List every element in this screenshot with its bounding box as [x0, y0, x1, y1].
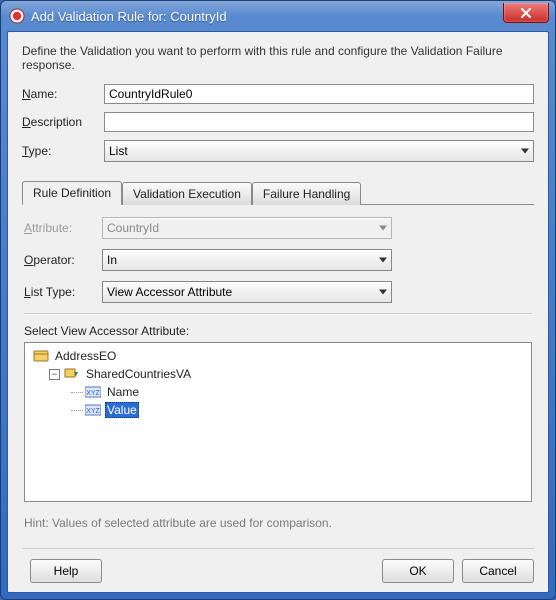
operator-value: In	[107, 253, 117, 267]
chevron-down-icon	[379, 258, 387, 263]
tabstrip: Rule Definition Validation Execution Fai…	[22, 180, 534, 205]
type-value: List	[109, 144, 128, 158]
ok-button[interactable]: OK	[382, 559, 454, 583]
collapse-toggle[interactable]: −	[49, 369, 60, 380]
tabs: Rule Definition Validation Execution Fai…	[22, 180, 534, 538]
attribute-icon: XYZ	[85, 385, 101, 399]
titlebar[interactable]: Add Validation Rule for: CountryId	[1, 1, 555, 31]
tree-root-label: AddressEO	[53, 349, 118, 363]
row-type: Type: List	[22, 140, 534, 162]
tree-node-root[interactable]: AddressEO	[29, 347, 527, 365]
hint-text: Hint: Values of selected attribute are u…	[24, 516, 532, 530]
operator-combo[interactable]: In	[102, 249, 392, 271]
close-icon	[520, 8, 532, 18]
row-operator: Operator: In	[24, 249, 532, 271]
chevron-down-icon	[521, 149, 529, 154]
window-title: Add Validation Rule for: CountryId	[31, 9, 227, 24]
tab-validation-execution[interactable]: Validation Execution	[122, 182, 252, 205]
attribute-combo: CountryId	[102, 217, 392, 239]
tree-va-label: SharedCountriesVA	[84, 367, 193, 381]
accessor-tree[interactable]: AddressEO − SharedCountriesVA XYZ	[24, 342, 532, 502]
tab-rule-definition[interactable]: Rule Definition	[22, 181, 122, 205]
name-input[interactable]	[104, 84, 534, 104]
close-button[interactable]	[503, 3, 549, 23]
tree-leaf1-label: Name	[105, 385, 141, 399]
chevron-down-icon	[379, 290, 387, 295]
row-attribute: Attribute: CountryId	[24, 217, 532, 239]
listtype-label: List Type:	[24, 285, 102, 299]
tree-node-attr-value[interactable]: XYZ Value	[29, 401, 527, 419]
row-name: Name:	[22, 84, 534, 104]
app-icon	[9, 8, 25, 24]
listtype-combo[interactable]: View Accessor Attribute	[102, 281, 392, 303]
listtype-value: View Accessor Attribute	[107, 285, 232, 299]
client-area: Define the Validation you want to perfor…	[7, 31, 549, 593]
tree-node-attr-name[interactable]: XYZ Name	[29, 383, 527, 401]
tabpanel-rule-definition: Attribute: CountryId Operator: In List T…	[22, 205, 534, 538]
tree-leaf2-label: Value	[105, 402, 139, 418]
description-label: Description	[22, 115, 104, 129]
button-bar: Help OK Cancel	[22, 548, 534, 583]
dialog-window: Add Validation Rule for: CountryId Defin…	[0, 0, 556, 600]
help-button[interactable]: Help	[30, 559, 102, 583]
row-description: Description	[22, 112, 534, 132]
attribute-label: Attribute:	[24, 221, 102, 235]
operator-label: Operator:	[24, 253, 102, 267]
entity-object-icon	[33, 349, 49, 363]
name-label: Name:	[22, 87, 104, 101]
separator	[24, 313, 532, 314]
attribute-icon: XYZ	[85, 403, 101, 417]
attribute-value: CountryId	[107, 221, 159, 235]
type-combo[interactable]: List	[104, 140, 534, 162]
chevron-down-icon	[379, 226, 387, 231]
intro-text: Define the Validation you want to perfor…	[22, 44, 534, 72]
svg-text:XYZ: XYZ	[86, 390, 100, 397]
tree-node-va[interactable]: − SharedCountriesVA	[29, 365, 527, 383]
row-listtype: List Type: View Accessor Attribute	[24, 281, 532, 303]
type-label: Type:	[22, 144, 104, 158]
tab-failure-handling[interactable]: Failure Handling	[252, 182, 361, 205]
svg-text:XYZ: XYZ	[86, 408, 100, 415]
tree-label: Select View Accessor Attribute:	[24, 324, 532, 338]
cancel-button[interactable]: Cancel	[462, 559, 534, 583]
view-accessor-icon	[64, 367, 80, 381]
description-input[interactable]	[104, 112, 534, 132]
